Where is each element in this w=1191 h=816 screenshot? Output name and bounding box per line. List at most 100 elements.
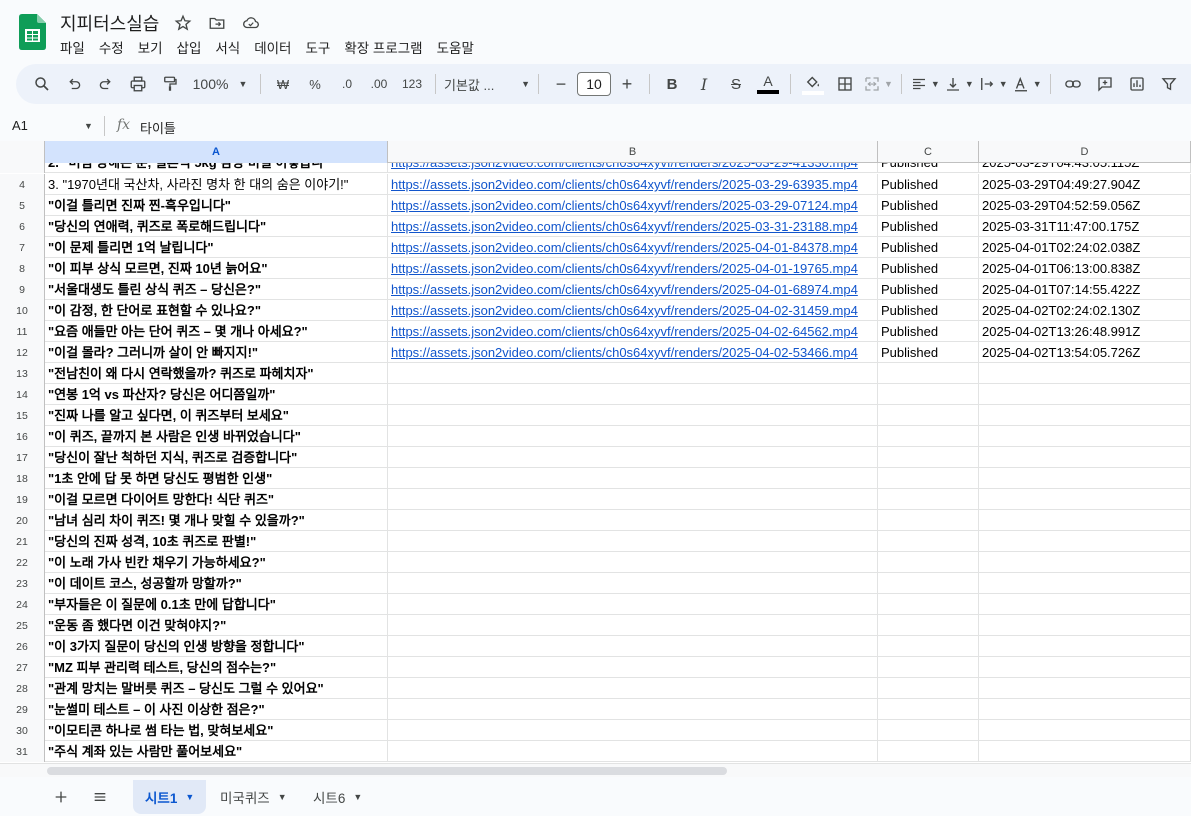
row-header[interactable]: 30 <box>0 720 45 741</box>
font-family-select[interactable]: 기본값 ... ▼ <box>444 70 530 98</box>
column-header-c[interactable]: C <box>878 141 979 163</box>
cell-b[interactable] <box>388 363 878 384</box>
cell-c[interactable] <box>878 636 979 657</box>
cell-b[interactable] <box>388 510 878 531</box>
cell-a[interactable]: "당신의 진짜 성격, 10초 퀴즈로 판별!" <box>45 531 388 552</box>
row-header[interactable]: 13 <box>0 363 45 384</box>
currency-format-button[interactable]: ₩ <box>269 70 297 98</box>
fill-color-icon[interactable] <box>799 70 827 98</box>
cell-b[interactable] <box>388 699 878 720</box>
row-header[interactable]: 15 <box>0 405 45 426</box>
print-icon[interactable] <box>124 70 152 98</box>
cell-b[interactable]: https://assets.json2video.com/clients/ch… <box>388 321 878 342</box>
cell-d[interactable]: 2025-04-01T02:24:02.038Z <box>979 237 1191 258</box>
formula-input[interactable]: 타이틀 <box>140 118 176 137</box>
strikethrough-icon[interactable]: S <box>722 70 750 98</box>
cell-d[interactable] <box>979 678 1191 699</box>
cell-a[interactable]: "이 데이트 코스, 성공할까 망할까?" <box>45 573 388 594</box>
row-header[interactable]: 8 <box>0 258 45 279</box>
horizontal-align-icon[interactable]: ▼ <box>910 70 940 98</box>
cell-c[interactable] <box>878 489 979 510</box>
redo-icon[interactable] <box>92 70 120 98</box>
cell-b[interactable] <box>388 552 878 573</box>
row-header[interactable]: 31 <box>0 741 45 762</box>
column-header-a[interactable]: A <box>45 141 388 163</box>
cell-b[interactable]: https://assets.json2video.com/clients/ch… <box>388 237 878 258</box>
cell-b[interactable]: https://assets.json2video.com/clients/ch… <box>388 300 878 321</box>
row-header[interactable]: 29 <box>0 699 45 720</box>
cell-a[interactable]: "연봉 1억 vs 파산자? 당신은 어디쯤일까" <box>45 384 388 405</box>
row-header[interactable]: 9 <box>0 279 45 300</box>
cell-b[interactable]: https://assets.json2video.com/clients/ch… <box>388 174 878 195</box>
cell-d[interactable] <box>979 741 1191 762</box>
menu-format[interactable]: 서식 <box>208 35 247 59</box>
search-menus-icon[interactable] <box>28 70 56 98</box>
cell-d[interactable]: 2025-04-01T07:14:55.422Z <box>979 279 1191 300</box>
increase-font-size-button[interactable]: + <box>613 70 641 98</box>
horizontal-scrollbar[interactable] <box>0 763 1191 777</box>
cell-c[interactable] <box>878 741 979 762</box>
percent-format-button[interactable]: % <box>301 70 329 98</box>
menu-data[interactable]: 데이터 <box>247 35 298 59</box>
cell-c[interactable]: Published <box>878 258 979 279</box>
cell-a[interactable]: "관계 망치는 말버릇 퀴즈 – 당신도 그럴 수 있어요" <box>45 678 388 699</box>
row-header[interactable]: 25 <box>0 615 45 636</box>
cell-d[interactable] <box>979 615 1191 636</box>
row-header[interactable]: 4 <box>0 174 45 195</box>
cell-a[interactable]: "이 3가지 질문이 당신의 인생 방향을 정합니다" <box>45 636 388 657</box>
decrease-decimal-button[interactable]: .0 <box>333 70 361 98</box>
cell-a[interactable]: "이걸 몰라? 그러니까 살이 안 빠지지!" <box>45 342 388 363</box>
column-header-b[interactable]: B <box>388 141 878 163</box>
filter-icon[interactable] <box>1155 70 1183 98</box>
row-header[interactable]: 23 <box>0 573 45 594</box>
cell-b[interactable] <box>388 636 878 657</box>
merge-cells-icon[interactable]: ▼ <box>863 70 893 98</box>
row-header[interactable]: 21 <box>0 531 45 552</box>
cell-a[interactable]: "주식 계좌 있는 사람만 풀어보세요" <box>45 741 388 762</box>
scrollbar-thumb[interactable] <box>47 767 727 775</box>
sheet-tab-1[interactable]: 시트1 ▼ <box>133 780 207 814</box>
menu-file[interactable]: 파일 <box>53 35 92 59</box>
select-all-corner[interactable] <box>0 141 45 163</box>
cell-d[interactable] <box>979 510 1191 531</box>
cell-a[interactable]: "이 피부 상식 모르면, 진짜 10년 늙어요" <box>45 258 388 279</box>
cell-d[interactable] <box>979 573 1191 594</box>
cell-a[interactable]: "이걸 모르면 다이어트 망한다! 식단 퀴즈" <box>45 489 388 510</box>
cell-d[interactable] <box>979 405 1191 426</box>
vertical-align-icon[interactable]: ▼ <box>944 70 974 98</box>
row-header[interactable]: 16 <box>0 426 45 447</box>
bold-icon[interactable]: B <box>658 70 686 98</box>
cell-b[interactable] <box>388 405 878 426</box>
row-header[interactable]: 18 <box>0 468 45 489</box>
star-icon[interactable] <box>172 12 194 34</box>
row-header[interactable]: 7 <box>0 237 45 258</box>
cell-a[interactable]: "전남친이 왜 다시 연락했을까? 퀴즈로 파헤치자" <box>45 363 388 384</box>
menu-tools[interactable]: 도구 <box>298 35 337 59</box>
cell-a[interactable]: "1초 안에 답 못 하면 당신도 평범한 인생" <box>45 468 388 489</box>
cell-c[interactable]: Published <box>878 174 979 195</box>
cell-a[interactable]: "이 노래 가사 빈칸 채우기 가능하세요?" <box>45 552 388 573</box>
sheet-tab-3[interactable]: 시트6 ▼ <box>301 780 374 814</box>
cell-c[interactable] <box>878 720 979 741</box>
row-header[interactable]: 24 <box>0 594 45 615</box>
cell-b[interactable] <box>388 741 878 762</box>
cell-a[interactable]: "진짜 나를 알고 싶다면, 이 퀴즈부터 보세요" <box>45 405 388 426</box>
column-header-d[interactable]: D <box>979 141 1191 163</box>
menu-insert[interactable]: 삽입 <box>170 35 209 59</box>
cell-a[interactable]: "당신의 연애력, 퀴즈로 폭로해드립니다" <box>45 216 388 237</box>
all-sheets-menu-icon[interactable] <box>90 787 110 807</box>
cell-c[interactable] <box>878 699 979 720</box>
cloud-saved-icon[interactable] <box>240 12 262 34</box>
cell-d[interactable] <box>979 720 1191 741</box>
cell-d[interactable]: 2025-03-29T04:52:59.056Z <box>979 195 1191 216</box>
cell-b[interactable] <box>388 720 878 741</box>
cell-a[interactable]: "이 감정, 한 단어로 표현할 수 있나요?" <box>45 300 388 321</box>
cell-d[interactable]: 2025-04-02T13:26:48.991Z <box>979 321 1191 342</box>
cell-b[interactable] <box>388 447 878 468</box>
move-folder-icon[interactable] <box>206 12 228 34</box>
cell-b[interactable] <box>388 573 878 594</box>
row-header[interactable]: 27 <box>0 657 45 678</box>
cell-a[interactable]: "운동 좀 했다면 이건 맞혀야지?" <box>45 615 388 636</box>
cell-c[interactable] <box>878 405 979 426</box>
cell-d[interactable] <box>979 657 1191 678</box>
